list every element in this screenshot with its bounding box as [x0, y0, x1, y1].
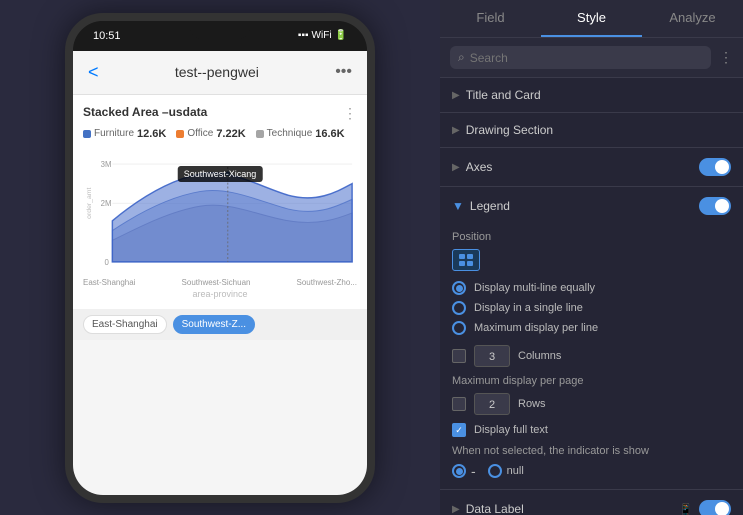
display-full-text-label: Display full text — [474, 424, 548, 436]
chart-menu[interactable]: ⋮ — [343, 105, 357, 122]
chart-area: Stacked Area –usdata ⋮ Furniture 12.6K O… — [73, 95, 367, 309]
legend-office: Office 7.22K — [176, 128, 245, 140]
phone-notch — [190, 21, 250, 39]
filter-bar: East-Shanghai Southwest-Z... — [73, 309, 367, 340]
display-full-text-checkbox[interactable] — [452, 423, 466, 437]
position-icons — [452, 249, 731, 271]
indicator-options: - null — [452, 463, 731, 479]
chart-svg-area: Southwest-Xicang 3M 2M 0 order_amt — [83, 146, 357, 276]
legend-dot-technique — [256, 130, 264, 138]
phone-time: 10:51 — [93, 30, 121, 42]
legend-header[interactable]: ▼ Legend — [440, 187, 743, 225]
radio-singleline[interactable]: Display in a single line — [452, 301, 731, 315]
section-label-data-label: Data Label — [466, 502, 524, 515]
phone-header: < test--pengwei ••• — [73, 51, 367, 95]
legend-section: ▼ Legend Position — [440, 187, 743, 490]
chart-tooltip: Southwest-Xicang — [178, 166, 263, 182]
tab-analyze[interactable]: Analyze — [642, 0, 743, 37]
legend-dot-office — [176, 130, 184, 138]
radio-maxperline-circle[interactable] — [452, 321, 466, 335]
svg-text:3M: 3M — [101, 159, 112, 168]
back-button[interactable]: < — [88, 62, 99, 83]
filter-chip-shanghai[interactable]: East-Shanghai — [83, 315, 167, 334]
chart-legend: Furniture 12.6K Office 7.22K Technique 1… — [83, 128, 357, 140]
more-button[interactable]: ••• — [335, 63, 352, 81]
filter-chip-southwest[interactable]: Southwest-Z... — [173, 315, 255, 334]
section-label-drawing: Drawing Section — [466, 123, 553, 137]
section-data-label[interactable]: ▶ Data Label 📱 — [440, 490, 743, 515]
indicator-null-label: null — [507, 465, 524, 477]
section-label-title-card: Title and Card — [466, 88, 541, 102]
left-panel: 10:51 ▪▪▪ WiFi 🔋 < test--pengwei ••• Sta… — [0, 0, 440, 515]
legend-toggle[interactable] — [699, 197, 731, 215]
data-label-toggle[interactable] — [699, 500, 731, 515]
svg-text:order_amt: order_amt — [86, 187, 93, 218]
rows-value[interactable]: 2 — [474, 393, 510, 415]
tab-field[interactable]: Field — [440, 0, 541, 37]
indicator-null[interactable]: null — [488, 464, 524, 478]
legend-body: Position Display mu — [440, 225, 743, 489]
position-label: Position — [452, 231, 731, 243]
chevron-data-label: ▶ — [452, 504, 460, 515]
section-axes[interactable]: ▶ Axes — [440, 148, 743, 187]
rows-checkbox[interactable] — [452, 397, 466, 411]
search-row: ⌕ ⋮ — [440, 38, 743, 78]
radio-maxperline-label: Maximum display per line — [474, 322, 598, 334]
section-drawing[interactable]: ▶ Drawing Section — [440, 113, 743, 148]
chevron-axes: ▶ — [452, 162, 460, 173]
section-label-axes: Axes — [466, 160, 493, 174]
chevron-drawing: ▶ — [452, 125, 460, 136]
settings-content: ▶ Title and Card ▶ Drawing Section ▶ Axe… — [440, 78, 743, 515]
svg-text:0: 0 — [105, 257, 110, 266]
svg-text:2M: 2M — [101, 199, 112, 208]
legend-technique: Technique 16.6K — [256, 128, 345, 140]
indicator-null-radio[interactable] — [488, 464, 502, 478]
indicator-dash-label: - — [471, 463, 476, 479]
chart-title: Stacked Area –usdata — [83, 105, 207, 119]
axes-toggle[interactable] — [699, 158, 731, 176]
radio-multiline[interactable]: Display multi-line equally — [452, 281, 731, 295]
right-panel: Field Style Analyze ⌕ ⋮ ▶ Title and Card… — [440, 0, 743, 515]
section-title-card[interactable]: ▶ Title and Card — [440, 78, 743, 113]
search-input[interactable] — [470, 51, 703, 65]
legend-dot-furniture — [83, 130, 91, 138]
columns-row: 3 Columns — [452, 345, 731, 367]
columns-checkbox[interactable] — [452, 349, 466, 363]
position-icon-grid[interactable] — [452, 249, 480, 271]
data-label-phone-icon: 📱 — [679, 503, 693, 515]
search-options-icon[interactable]: ⋮ — [719, 49, 733, 66]
section-label-legend: Legend — [470, 199, 510, 213]
indicator-dash[interactable]: - — [452, 463, 476, 479]
radio-singleline-circle[interactable] — [452, 301, 466, 315]
chevron-title-card: ▶ — [452, 90, 460, 101]
radio-multiline-circle[interactable] — [452, 281, 466, 295]
rows-row: 2 Rows — [452, 393, 731, 415]
phone-mockup: 10:51 ▪▪▪ WiFi 🔋 < test--pengwei ••• Sta… — [65, 13, 375, 503]
tabs-row: Field Style Analyze — [440, 0, 743, 38]
area-label: area-province — [83, 289, 357, 299]
phone-screen-title: test--pengwei — [175, 64, 259, 80]
columns-label: Columns — [518, 350, 561, 362]
radio-maxperline[interactable]: Maximum display per line — [452, 321, 731, 335]
indicator-dash-radio[interactable] — [452, 464, 466, 478]
tab-style[interactable]: Style — [541, 0, 642, 37]
legend-furniture: Furniture 12.6K — [83, 128, 166, 140]
search-input-wrap[interactable]: ⌕ — [450, 46, 711, 69]
indicator-label: When not selected, the indicator is show — [452, 445, 731, 457]
max-per-page-label: Maximum display per page — [452, 375, 731, 387]
chevron-legend: ▼ — [452, 199, 464, 213]
chart-x-labels: East-Shanghai Southwest-Sichuan Southwes… — [83, 278, 357, 287]
rows-label: Rows — [518, 398, 546, 410]
status-icons: ▪▪▪ WiFi 🔋 — [298, 30, 347, 41]
search-icon: ⌕ — [458, 50, 465, 65]
display-full-text-row[interactable]: Display full text — [452, 423, 731, 437]
phone-content: < test--pengwei ••• Stacked Area –usdata… — [73, 51, 367, 495]
display-radio-group: Display multi-line equally Display in a … — [452, 281, 731, 335]
radio-multiline-label: Display multi-line equally — [474, 282, 595, 294]
radio-singleline-label: Display in a single line — [474, 302, 583, 314]
columns-value[interactable]: 3 — [474, 345, 510, 367]
